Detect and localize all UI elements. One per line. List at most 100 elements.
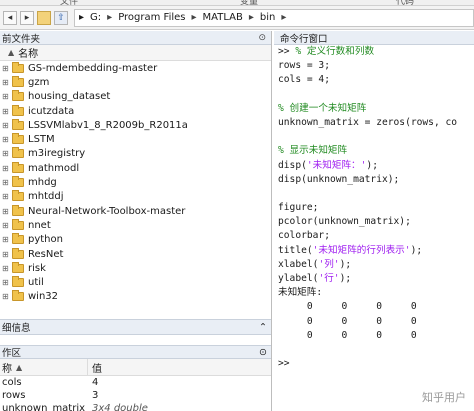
workspace-row[interactable]: rows 3 — [0, 389, 271, 402]
chevron-right-icon: ▸ — [107, 12, 113, 23]
folder-icon — [12, 133, 24, 145]
file-list-item-label: risk — [28, 262, 46, 274]
path-segment-bin[interactable]: bin — [260, 12, 275, 23]
folder-icon — [12, 190, 24, 202]
expand-icon[interactable]: ⊞ — [2, 107, 12, 116]
workspace-name-column[interactable]: 称 ▲ — [0, 359, 88, 375]
expand-icon[interactable]: ⊞ — [2, 121, 12, 130]
file-list-item[interactable]: ⊞ python — [0, 233, 271, 247]
workspace-var-name: rows — [2, 390, 26, 401]
folder-icon — [12, 218, 24, 230]
expand-icon[interactable]: ⊞ — [2, 164, 12, 173]
file-list-item-label: LSSVMlabv1_8_R2009b_R2011a — [28, 119, 188, 131]
open-folder-icon[interactable] — [37, 10, 51, 25]
file-list-item[interactable]: ⊞ risk — [0, 261, 271, 275]
path-root-chevron-icon[interactable]: ▸ — [79, 12, 84, 23]
file-list-item[interactable]: ⊞ ResNet — [0, 247, 271, 261]
panel-menu-icon[interactable]: ⊙ — [259, 347, 267, 358]
details-toggle-icon[interactable]: ⌃ — [259, 322, 267, 333]
file-list-item-label: ResNet — [28, 248, 64, 260]
expand-icon[interactable]: ⊞ — [2, 192, 12, 201]
file-list-item[interactable]: ⊞ LSTM — [0, 132, 271, 146]
command-line: % 创建一个未知矩阵 — [278, 102, 367, 114]
file-list-item-label: util — [28, 277, 44, 289]
folder-icon — [12, 276, 24, 288]
workspace-row[interactable]: unknown_matrix 3x4 double — [0, 402, 271, 411]
file-list-item-label: GS-mdembedding-master — [28, 62, 158, 74]
file-list-item[interactable]: ⊞ m3iregistry — [0, 147, 271, 161]
command-blank-line — [278, 187, 474, 201]
file-list-item[interactable]: ⊞ win32 — [0, 290, 271, 304]
file-list-item[interactable]: ⊞ util — [0, 275, 271, 289]
path-segment-program-files[interactable]: Program Files — [118, 12, 185, 23]
expand-icon[interactable]: ⊞ — [2, 235, 12, 244]
folder-icon — [12, 161, 24, 173]
command-line: cols = 4; — [278, 74, 330, 86]
command-line: >> % 定义行数和列数 — [278, 46, 375, 57]
workspace-title: 作区 — [2, 348, 22, 359]
folder-icon — [12, 75, 24, 87]
folder-icon — [12, 118, 24, 130]
command-line: rows = 3; — [278, 60, 330, 72]
file-list-item[interactable]: ⊞ gzm — [0, 75, 271, 89]
file-list-item[interactable]: ⊞ mathmodl — [0, 161, 271, 175]
expand-icon[interactable]: ⊞ — [2, 250, 12, 259]
file-name-header: 名称 — [18, 49, 39, 60]
command-line: disp(unknown_matrix); — [278, 173, 400, 185]
expand-icon[interactable]: ⊞ — [2, 278, 12, 287]
expand-icon[interactable]: ⊞ — [2, 292, 12, 301]
panel-menu-icon[interactable]: ⊙ — [258, 33, 267, 43]
workspace-value-column[interactable]: 值 — [88, 360, 102, 375]
expand-icon[interactable]: ⊞ — [2, 78, 12, 87]
file-list-item[interactable]: ⊞ GS-mdembedding-master — [0, 61, 271, 75]
sort-arrow-icon: ▲ — [16, 362, 23, 372]
file-list-item[interactable]: ⊞ Neural-Network-Toolbox-master — [0, 204, 271, 218]
forward-icon[interactable]: ▸ — [20, 10, 34, 25]
command-output[interactable]: >> % 定义行数和列数 rows = 3; cols = 4; % 创建一个未知矩阵… — [274, 45, 474, 411]
workspace-rows: cols 4 rows 3 unknown_matrix 3x4 double — [0, 376, 271, 411]
expand-icon[interactable]: ⊞ — [2, 221, 12, 230]
left-pane: 前文件夹 ⊙ ▲ 名称 ⊞ GS-mdembedding-master ⊞ gzm ⊞ h… — [0, 31, 272, 411]
file-list-item[interactable]: ⊞ icutzdata — [0, 104, 271, 118]
workspace-var-value: 3 — [92, 390, 99, 401]
expand-icon[interactable]: ⊞ — [2, 64, 12, 73]
address-bar[interactable]: ▸ G: ▸ Program Files ▸ MATLAB ▸ bin ▸ — [74, 8, 474, 27]
command-line: 未知矩阵: — [278, 287, 323, 299]
expand-icon[interactable]: ⊞ — [2, 135, 12, 144]
expand-icon[interactable]: ⊞ — [2, 178, 12, 187]
toolbar: ◂ ▸ ⇧ ▸ G: ▸ Program Files ▸ MATLAB ▸ bi… — [0, 6, 474, 30]
file-list-item[interactable]: ⊞ mhdg — [0, 175, 271, 189]
command-line: 0 0 0 0 — [278, 329, 417, 341]
workspace-var-name: cols — [2, 377, 22, 388]
expand-icon[interactable]: ⊞ — [2, 207, 12, 216]
folder-icon — [12, 176, 24, 188]
workspace-var-value: 4 — [92, 377, 99, 388]
file-list-item[interactable]: ⊞ mhtddj — [0, 190, 271, 204]
command-line: xlabel('列'); — [278, 258, 352, 270]
path-segment-drive[interactable]: G: — [90, 12, 101, 23]
file-list-item-label: mhtddj — [28, 191, 64, 203]
file-list-item[interactable]: ⊞ nnet — [0, 218, 271, 232]
expand-icon[interactable]: ⊞ — [2, 149, 12, 158]
path-segment-matlab[interactable]: MATLAB — [203, 12, 243, 23]
folder-icon — [12, 104, 24, 116]
command-line: % 显示未知矩阵 — [278, 145, 348, 157]
details-title: 细信息 — [2, 323, 31, 334]
file-list-item[interactable]: ⊞ LSSVMlabv1_8_R2009b_R2011a — [0, 118, 271, 132]
folder-icon — [12, 247, 24, 259]
workspace-row[interactable]: cols 4 — [0, 376, 271, 389]
expand-icon[interactable]: ⊞ — [2, 264, 12, 273]
up-folder-icon[interactable]: ⇧ — [54, 10, 68, 25]
workspace-columns: 称 ▲ 值 — [0, 359, 271, 376]
expand-icon[interactable]: ⊞ — [2, 92, 12, 101]
file-list-item[interactable]: ⊞ housing_dataset — [0, 90, 271, 104]
folder-icon — [12, 290, 24, 302]
file-list-item-label: icutzdata — [28, 105, 75, 117]
command-window-title: 命令行窗口 — [280, 33, 328, 45]
command-blank-line — [278, 88, 474, 102]
back-icon[interactable]: ◂ — [3, 10, 17, 25]
file-column-header[interactable]: ▲ 名称 — [0, 45, 271, 61]
command-line: title('未知矩阵的行列表示'); — [278, 244, 423, 256]
file-list-item-label: mhdg — [28, 177, 57, 189]
command-window[interactable]: 命令行窗口 >> % 定义行数和列数 rows = 3; cols = 4; % 创建… — [274, 31, 474, 411]
